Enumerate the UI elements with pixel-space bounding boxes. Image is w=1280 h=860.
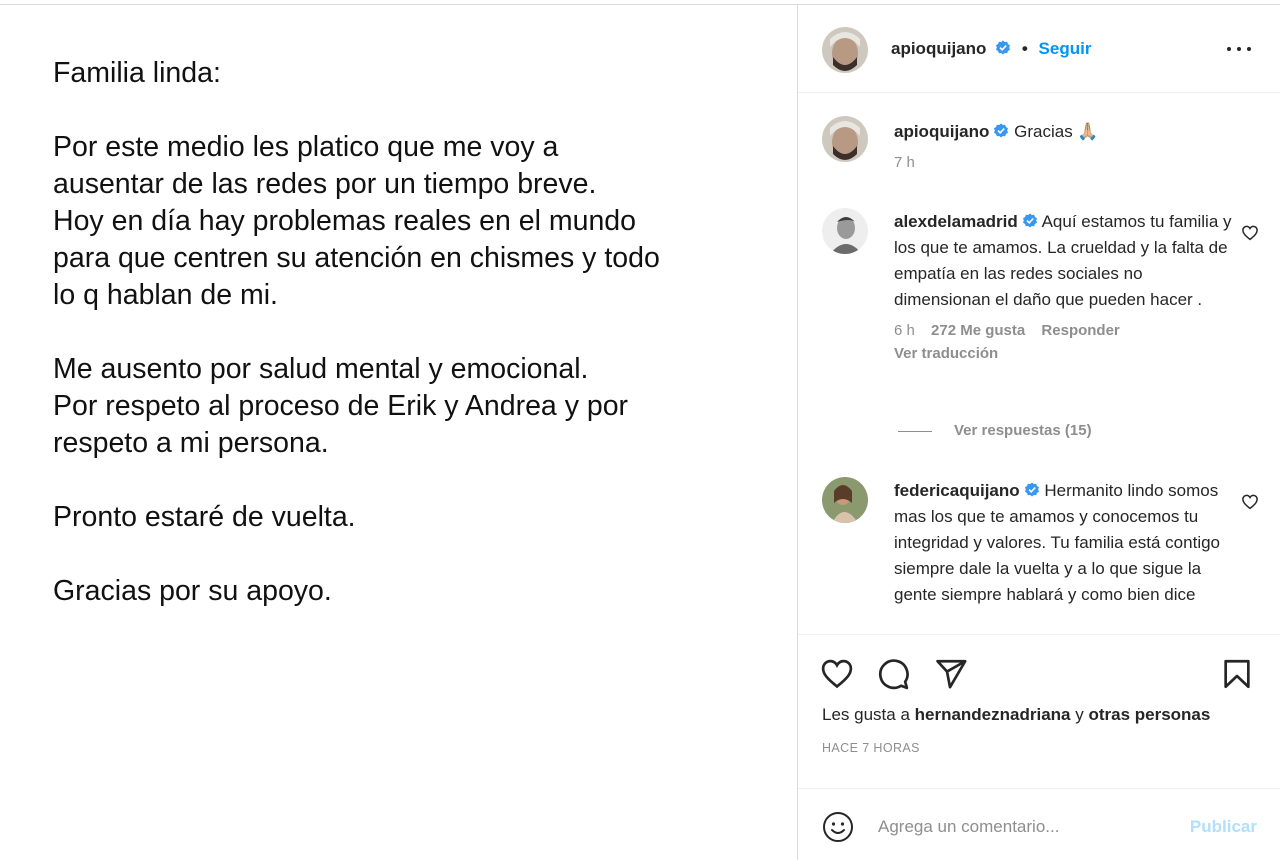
post-image: Familia linda: Por este medio les platic…	[0, 5, 797, 860]
likes-summary: Les gusta a hernandeznadriana y otras pe…	[822, 705, 1210, 725]
view-replies-button[interactable]: Ver respuestas (15)	[898, 422, 1092, 439]
comment-body: apioquijano Gracias 🙏🏼 7 h	[894, 119, 1234, 175]
comment-time: 7 h	[894, 154, 915, 171]
verified-badge-icon	[996, 40, 1011, 55]
comment-meta: 7 h	[894, 151, 1234, 175]
comment-likes[interactable]: 272 Me gusta	[931, 322, 1025, 339]
translate-button[interactable]: Ver traducción	[894, 343, 1234, 365]
post-text: Familia linda: Por este medio les platic…	[53, 55, 773, 610]
avatar[interactable]	[822, 116, 868, 162]
post-line: para que centren su atención en chismes …	[53, 242, 660, 274]
comment-username[interactable]: apioquijano	[894, 122, 989, 141]
comment-icon[interactable]	[876, 657, 910, 691]
post-modal: Familia linda: Por este medio les platic…	[0, 4, 1280, 860]
avatar[interactable]	[822, 27, 868, 73]
comment-time: 6 h	[894, 322, 915, 339]
likes-prefix: Les gusta a	[822, 705, 915, 724]
add-comment-bar: Publicar	[798, 788, 1280, 860]
likes-user-link[interactable]: hernandeznadriana	[915, 705, 1071, 724]
post-line: Me ausento por salud mental y emocional.	[53, 353, 589, 385]
post-line: Hoy en día hay problemas reales en el mu…	[53, 205, 637, 237]
likes-others-link[interactable]: otras personas	[1088, 705, 1210, 724]
comment-body: alexdelamadrid Aquí estamos tu familia y…	[894, 209, 1234, 365]
replies-label: Ver respuestas (15)	[954, 422, 1092, 439]
comment-body: federicaquijano Hermanito lindo somos ma…	[894, 478, 1234, 608]
likes-conj: y	[1070, 705, 1089, 724]
header-username[interactable]: apioquijano	[891, 39, 986, 58]
post-line: lo q hablan de mi.	[53, 279, 278, 311]
post-line: Por este medio les platico que me voy a	[53, 131, 559, 163]
comments-list[interactable]: apioquijano Gracias 🙏🏼 7 h alexdelamadri…	[798, 94, 1280, 634]
heart-icon[interactable]	[1241, 224, 1259, 242]
header-name-row: apioquijano • Seguir	[891, 39, 1091, 59]
more-options-icon[interactable]	[1227, 45, 1251, 53]
post-line: Familia linda:	[53, 57, 221, 89]
post-line: Pronto estaré de vuelta.	[53, 501, 356, 533]
heart-icon[interactable]	[1241, 493, 1259, 511]
comment-text: Gracias 🙏🏼	[1014, 122, 1099, 141]
emoji-icon[interactable]	[822, 811, 854, 843]
bookmark-icon[interactable]	[1220, 657, 1254, 691]
comment-input[interactable]	[878, 811, 1168, 843]
separator-dot: •	[1021, 39, 1028, 58]
follow-button[interactable]: Seguir	[1039, 39, 1092, 58]
post-line: Gracias por su apoyo.	[53, 575, 332, 607]
publish-button[interactable]: Publicar	[1190, 817, 1257, 837]
comment-username[interactable]: alexdelamadrid	[894, 212, 1018, 231]
post-line: ausentar de las redes por un tiempo brev…	[53, 168, 597, 200]
post-header: apioquijano • Seguir	[798, 5, 1280, 93]
comment-username[interactable]: federicaquijano	[894, 481, 1020, 500]
share-icon[interactable]	[934, 657, 968, 691]
post-line: respeto a mi persona.	[53, 427, 329, 459]
reply-button[interactable]: Responder	[1041, 322, 1119, 339]
avatar[interactable]	[822, 208, 868, 254]
verified-badge-icon	[994, 123, 1009, 138]
replies-divider	[898, 430, 932, 432]
side-panel: apioquijano • Seguir apioquijano Gracias…	[797, 5, 1280, 860]
verified-badge-icon	[1022, 213, 1037, 228]
post-actions: Les gusta a hernandeznadriana y otras pe…	[798, 634, 1280, 788]
avatar[interactable]	[822, 477, 868, 523]
heart-icon[interactable]	[820, 657, 854, 691]
post-line: Por respeto al proceso de Erik y Andrea …	[53, 390, 629, 422]
post-timestamp[interactable]: HACE 7 HORAS	[822, 741, 920, 755]
verified-badge-icon	[1024, 482, 1039, 497]
comment-meta: 6 h 272 Me gusta Responder	[894, 319, 1234, 343]
